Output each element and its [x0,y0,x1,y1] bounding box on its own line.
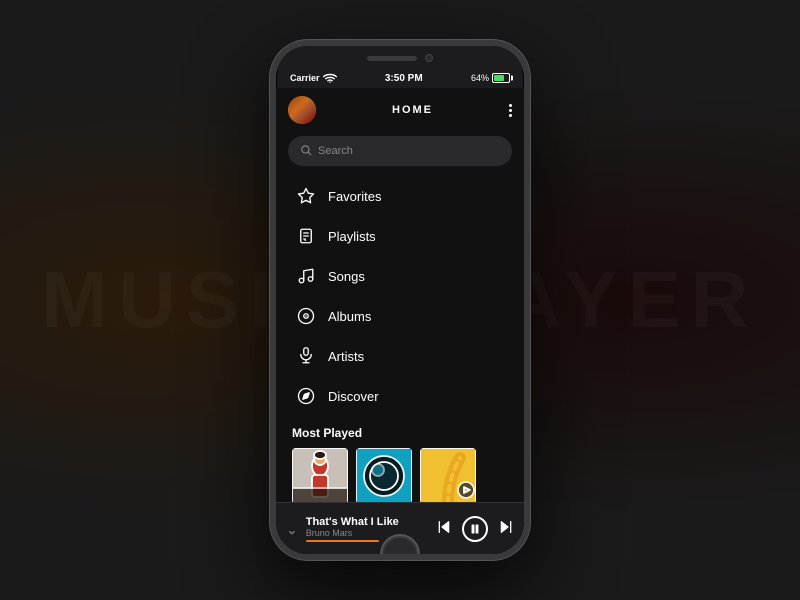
favorites-label: Favorites [328,189,381,204]
status-battery: 64% [471,73,510,83]
avatar[interactable] [288,96,316,124]
wifi-icon [323,73,337,83]
search-bar[interactable]: Search [288,136,512,166]
now-playing-artist: Bruno Mars [306,528,428,538]
previous-button[interactable] [436,519,452,538]
app-header: HOME [276,88,524,132]
avatar-image [288,96,316,124]
albums-label: Albums [328,309,371,324]
next-button[interactable] [498,519,514,538]
most-played-title: Most Played [292,426,508,440]
playback-controls [436,516,514,542]
nav-menu: Favorites Playlists [276,174,524,418]
nav-item-albums[interactable]: Albums [276,296,524,336]
playlists-label: Playlists [328,229,376,244]
status-bar: Carrier 3:50 PM 64% [276,68,524,88]
now-playing-title: That's What I Like [306,516,428,528]
artists-icon [296,346,316,366]
favorites-icon [296,186,316,206]
nav-item-favorites[interactable]: Favorites [276,176,524,216]
dot [509,104,512,107]
search-container: Search [276,132,524,174]
phone-camera [425,54,433,62]
dot [509,114,512,117]
album-row [292,448,508,504]
nav-item-playlists[interactable]: Playlists [276,216,524,256]
album-thumb-1[interactable] [292,448,348,504]
battery-fill [494,75,504,81]
status-time: 3:50 PM [385,73,423,84]
songs-label: Songs [328,269,365,284]
phone-speaker [367,56,417,61]
artists-label: Artists [328,349,364,364]
nav-item-artists[interactable]: Artists [276,336,524,376]
header-title: HOME [392,104,433,116]
phone-device: Carrier 3:50 PM 64% [270,40,530,560]
app-content: HOME Search [276,88,524,554]
now-playing-info: That's What I Like Bruno Mars [306,516,428,542]
album-art-3 [420,448,476,504]
dot [509,109,512,112]
search-icon [300,144,312,159]
album-thumb-3[interactable] [420,448,476,504]
albums-icon [296,306,316,326]
album-art-2 [356,448,412,504]
search-placeholder: Search [318,145,353,157]
more-button[interactable] [509,104,512,117]
battery-icon [492,73,510,83]
playlists-icon [296,226,316,246]
discover-icon [296,386,316,406]
songs-icon [296,266,316,286]
expand-icon[interactable]: ⌃ [286,520,298,537]
album-thumb-2[interactable] [356,448,412,504]
nav-item-discover[interactable]: Discover [276,376,524,416]
phone-screen: Carrier 3:50 PM 64% [270,40,530,560]
most-played-section: Most Played [276,418,524,508]
status-carrier: Carrier [290,73,337,83]
phone-top-bar [276,46,524,70]
discover-label: Discover [328,389,379,404]
progress-bar [306,540,379,542]
album-art-1 [292,448,348,504]
pause-button[interactable] [462,516,488,542]
nav-item-songs[interactable]: Songs [276,256,524,296]
